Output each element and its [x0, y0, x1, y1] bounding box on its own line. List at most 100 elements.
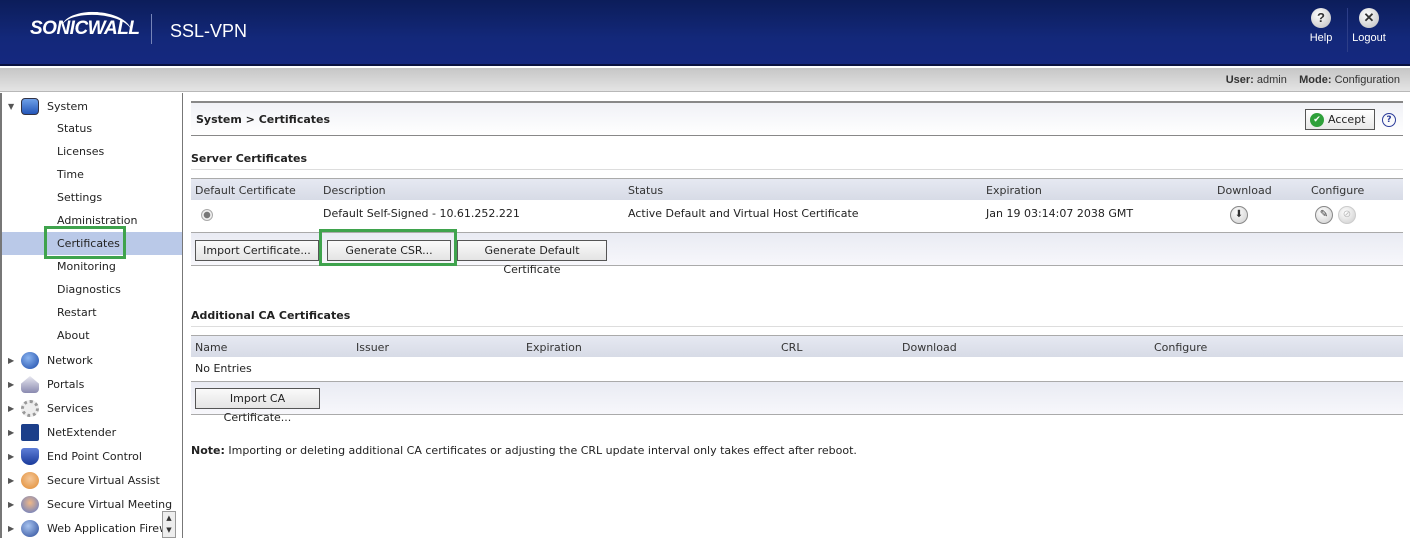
page-header: System > Certificates ✔ Accept ?	[191, 101, 1403, 136]
house-icon	[21, 376, 39, 393]
sidebar-item-label: Web Application Firewa	[47, 522, 175, 535]
ca-certificates-title: Additional CA Certificates	[191, 309, 1403, 327]
sidebar-item-diagnostics[interactable]: Diagnostics	[2, 278, 182, 301]
delete-disabled-icon: ⊘	[1338, 206, 1356, 224]
main-content: System > Certificates ✔ Accept ? Server …	[184, 93, 1410, 538]
headset-user-icon	[21, 472, 39, 489]
scroll-up-icon[interactable]: ▲	[163, 512, 175, 524]
collapsed-triangle-icon[interactable]: ▶	[8, 493, 14, 516]
question-circle-icon: ?	[1311, 8, 1331, 28]
help-label: Help	[1309, 32, 1333, 44]
sidebar-item-status[interactable]: Status	[2, 117, 182, 140]
col-description: Description	[323, 184, 386, 197]
collapsed-triangle-icon[interactable]: ▶	[8, 469, 14, 492]
accept-label: Accept	[1328, 113, 1366, 126]
sidebar-scrollbar[interactable]: ▲ ▼	[162, 511, 176, 538]
globe-firewall-icon	[21, 520, 39, 537]
import-ca-certificate-button[interactable]: Import CA Certificate...	[195, 388, 320, 424]
generate-csr-highlight-box	[319, 229, 457, 266]
col-expiration: Expiration	[986, 184, 1042, 197]
cert-status: Active Default and Virtual Host Certific…	[628, 207, 859, 220]
col-download: Download	[1217, 184, 1272, 197]
x-circle-icon: ✕	[1359, 8, 1379, 28]
note-label: Note:	[191, 444, 225, 457]
reboot-note: Note: Importing or deleting additional C…	[191, 444, 857, 457]
collapsed-triangle-icon[interactable]: ▶	[8, 373, 14, 396]
collapsed-triangle-icon[interactable]: ▶	[8, 421, 14, 444]
col-configure: Configure	[1311, 184, 1365, 197]
sidebar-item-services[interactable]: ▶ Services	[2, 397, 182, 420]
sidebar-item-label: Secure Virtual Assist	[47, 474, 160, 487]
netextender-icon	[21, 424, 39, 441]
generate-default-certificate-button[interactable]: Generate Default Certificate	[457, 240, 607, 276]
cert-description: Default Self-Signed - 10.61.252.221	[323, 207, 520, 220]
no-entries-text: No Entries	[195, 362, 252, 375]
sidebar-item-secure-virtual-assist[interactable]: ▶ Secure Virtual Assist	[2, 469, 182, 492]
sidebar-item-about[interactable]: About	[2, 324, 182, 347]
sidebar-item-end-point-control[interactable]: ▶ End Point Control	[2, 445, 182, 468]
sidebar-item-label: NetExtender	[47, 426, 117, 439]
sidebar-item-label: System	[47, 100, 89, 113]
table-row: No Entries	[191, 357, 1403, 381]
table-footer: Import CA Certificate...	[191, 381, 1403, 424]
table-header: Default Certificate Description Status E…	[191, 178, 1403, 200]
accept-button[interactable]: ✔ Accept	[1305, 109, 1375, 130]
sidebar-item-netextender[interactable]: ▶ NetExtender	[2, 421, 182, 444]
user-label: User:	[1225, 74, 1254, 86]
logout-button[interactable]: ✕ Logout	[1344, 8, 1394, 44]
globe-network-icon	[21, 352, 39, 369]
page-help-icon[interactable]: ?	[1382, 113, 1396, 127]
sidebar-item-secure-virtual-meeting[interactable]: ▶ Secure Virtual Meeting	[2, 493, 182, 516]
sidebar-item-network[interactable]: ▶ Network	[2, 349, 182, 372]
col-issuer: Issuer	[356, 341, 389, 354]
product-name: SSL-VPN	[170, 21, 248, 41]
col-status: Status	[628, 184, 664, 197]
default-certificate-radio[interactable]	[201, 209, 213, 221]
sidebar-item-label: Services	[47, 402, 94, 415]
sidebar-item-label: End Point Control	[47, 450, 142, 463]
ca-certificates-table: Name Issuer Expiration CRL Download Conf…	[191, 335, 1403, 424]
mode-value: Configuration	[1334, 74, 1400, 86]
breadcrumb: System > Certificates	[196, 113, 331, 126]
top-header: SONICWALL SSL-VPN ? Help ✕ Logout	[0, 0, 1410, 66]
sidebar-item-restart[interactable]: Restart	[2, 301, 182, 324]
import-certificate-button[interactable]: Import Certificate...	[195, 240, 319, 261]
sidebar-item-licenses[interactable]: Licenses	[2, 140, 182, 163]
col-download: Download	[902, 341, 957, 354]
col-crl: CRL	[781, 341, 803, 354]
scroll-down-icon[interactable]: ▼	[163, 524, 175, 536]
table-header: Name Issuer Expiration CRL Download Conf…	[191, 335, 1403, 357]
table-row: Default Self-Signed - 10.61.252.221 Acti…	[191, 200, 1403, 232]
sidebar-item-settings[interactable]: Settings	[2, 186, 182, 209]
col-name: Name	[195, 341, 228, 354]
sidebar-item-label: Portals	[47, 378, 85, 391]
sidebar-item-web-application-firewall[interactable]: ▶ Web Application Firewa	[2, 517, 182, 538]
sidebar-item-portals[interactable]: ▶ Portals	[2, 373, 182, 396]
monitor-icon	[21, 98, 39, 115]
collapsed-triangle-icon[interactable]: ▶	[8, 349, 14, 372]
col-configure: Configure	[1154, 341, 1208, 354]
shield-icon	[21, 448, 39, 465]
cert-expiration: Jan 19 03:14:07 2038 GMT	[986, 207, 1134, 220]
note-text: Importing or deleting additional CA cert…	[224, 444, 857, 457]
edit-pencil-icon[interactable]: ✎	[1315, 206, 1333, 224]
status-bar: User: admin Mode: Configuration	[0, 68, 1410, 92]
expanded-triangle-icon[interactable]: ▼	[8, 95, 14, 118]
mode-label: Mode:	[1299, 74, 1332, 86]
col-default-certificate: Default Certificate	[195, 184, 296, 197]
users-icon	[21, 496, 39, 513]
sidebar-item-system[interactable]: ▼ System	[2, 95, 182, 118]
checkmark-icon: ✔	[1310, 113, 1324, 127]
header-divider	[151, 14, 152, 44]
collapsed-triangle-icon[interactable]: ▶	[8, 397, 14, 420]
help-button[interactable]: ? Help	[1296, 8, 1346, 44]
col-expiration: Expiration	[526, 341, 582, 354]
download-icon[interactable]: ⬇	[1230, 206, 1248, 224]
logout-label: Logout	[1352, 32, 1386, 44]
collapsed-triangle-icon[interactable]: ▶	[8, 517, 14, 538]
sidebar-item-time[interactable]: Time	[2, 163, 182, 186]
user-value: admin	[1256, 74, 1287, 86]
certificates-highlight-box	[44, 226, 126, 259]
collapsed-triangle-icon[interactable]: ▶	[8, 445, 14, 468]
gears-icon	[21, 400, 39, 417]
